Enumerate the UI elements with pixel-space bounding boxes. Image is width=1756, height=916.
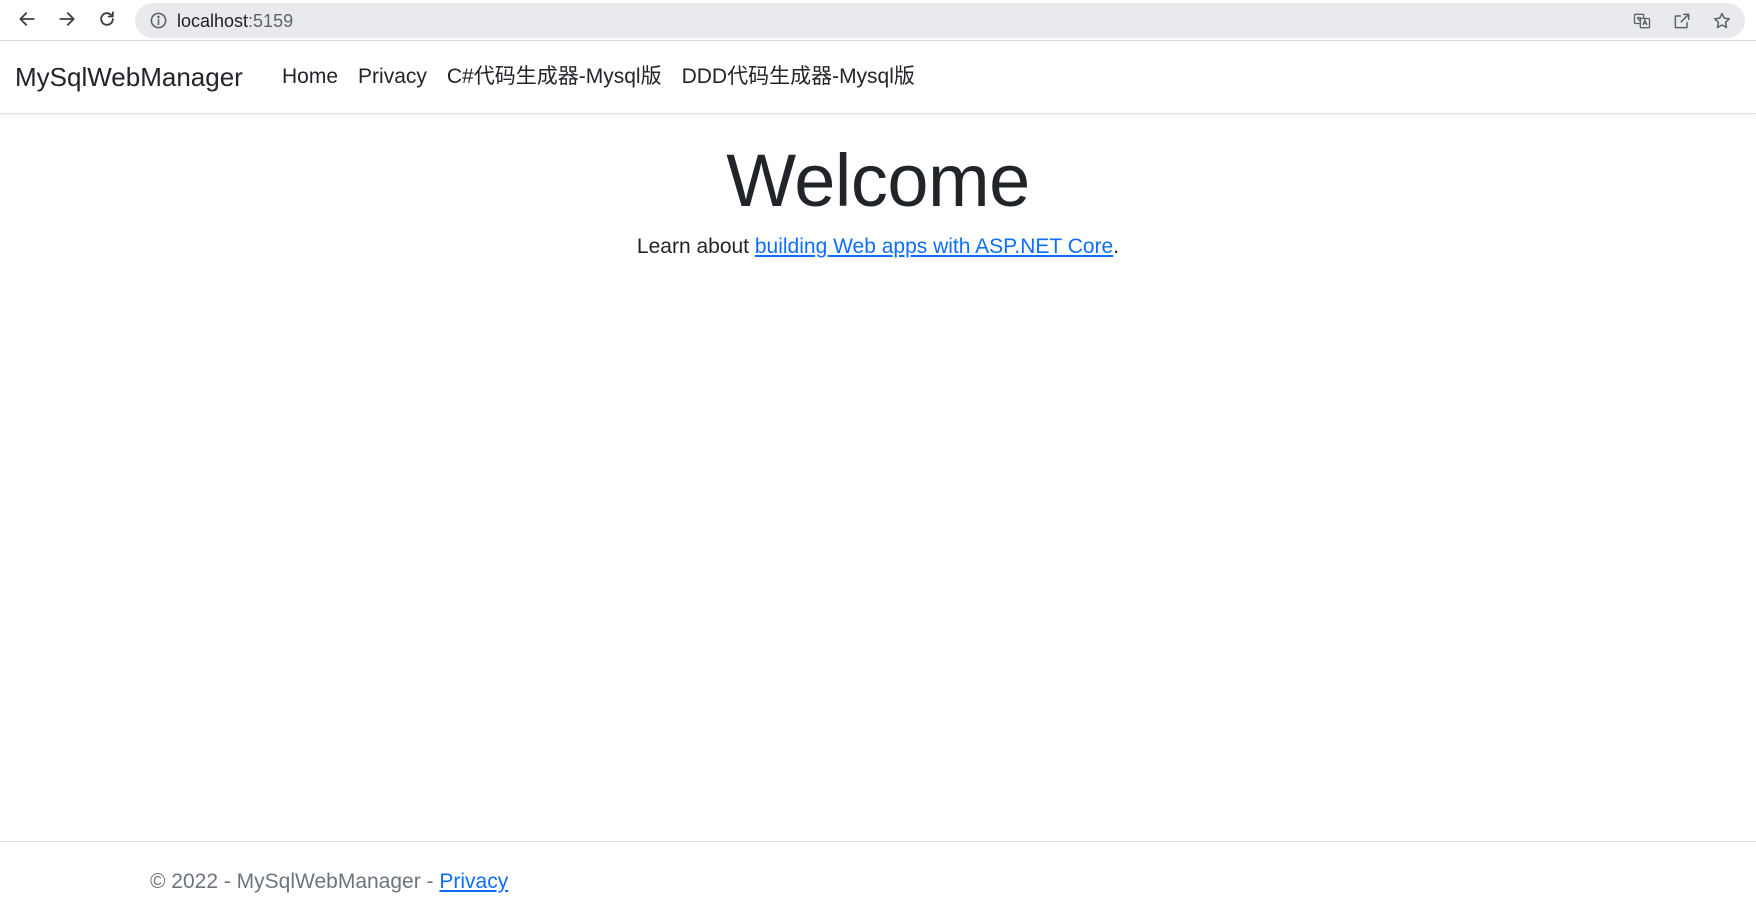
url-port: :5159 (248, 11, 294, 31)
aspnet-docs-link[interactable]: building Web apps with ASP.NET Core (755, 235, 1113, 258)
url-text: localhost:5159 (177, 11, 293, 31)
site-navbar: MySqlWebManager Home Privacy C#代码生成器-Mys… (0, 42, 1756, 114)
site-footer: © 2022 - MySqlWebManager - Privacy (0, 841, 1756, 916)
reload-icon[interactable] (92, 4, 122, 34)
lead-paragraph: Learn about building Web apps with ASP.N… (0, 234, 1756, 260)
back-icon[interactable] (12, 4, 42, 34)
share-icon[interactable] (1671, 10, 1693, 32)
lead-suffix: . (1113, 235, 1120, 258)
nav-link-csharp-generator[interactable]: C#代码生成器-Mysql版 (447, 64, 662, 90)
footer-text: © 2022 - MySqlWebManager - Privacy (150, 869, 508, 895)
bookmark-star-icon[interactable] (1711, 10, 1733, 32)
nav-link-ddd-generator[interactable]: DDD代码生成器-Mysql版 (682, 64, 915, 90)
main-content: Welcome Learn about building Web apps wi… (0, 114, 1756, 260)
translate-icon[interactable] (1631, 10, 1653, 32)
nav-link-privacy[interactable]: Privacy (358, 64, 427, 90)
forward-icon[interactable] (52, 4, 82, 34)
nav-link-home[interactable]: Home (282, 64, 338, 90)
lead-prefix: Learn about (636, 235, 755, 258)
brand-link[interactable]: MySqlWebManager (15, 62, 243, 92)
footer-copyright: © 2022 - MySqlWebManager - (150, 870, 440, 893)
nav-links: Home Privacy C#代码生成器-Mysql版 DDD代码生成器-Mys… (282, 64, 915, 90)
address-bar[interactable]: localhost:5159 (135, 3, 1745, 38)
info-icon[interactable] (149, 11, 168, 30)
url-host: localhost (177, 11, 249, 31)
browser-toolbar: localhost:5159 (0, 0, 1756, 41)
footer-privacy-link[interactable]: Privacy (439, 870, 508, 893)
page-title: Welcome (726, 139, 1030, 222)
